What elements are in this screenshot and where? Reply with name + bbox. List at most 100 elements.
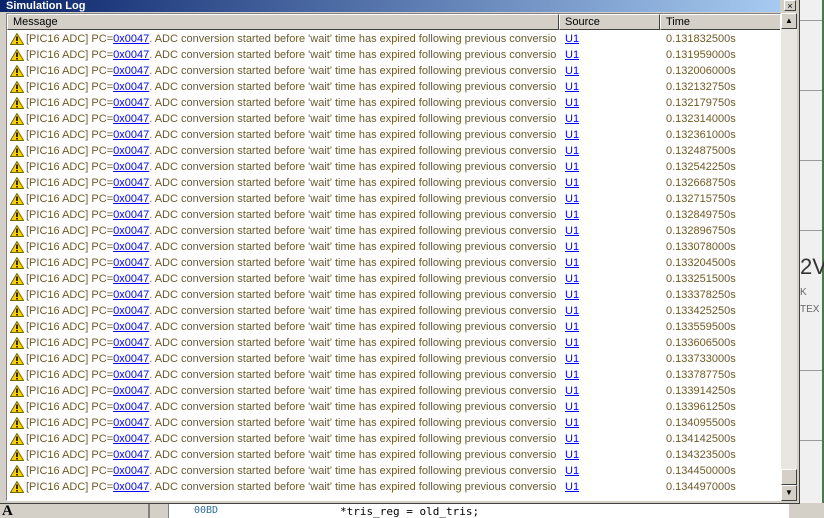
source-link[interactable]: U1: [565, 47, 579, 63]
source-link[interactable]: U1: [565, 399, 579, 415]
log-row[interactable]: [PIC16 ADC] PC=0x0047. ADC conversion st…: [7, 431, 780, 447]
log-row[interactable]: [PIC16 ADC] PC=0x0047. ADC conversion st…: [7, 127, 780, 143]
log-row[interactable]: [PIC16 ADC] PC=0x0047. ADC conversion st…: [7, 159, 780, 175]
source-link[interactable]: U1: [565, 239, 579, 255]
warning-icon: [10, 273, 24, 285]
column-header-time[interactable]: Time: [660, 14, 780, 30]
source-link[interactable]: U1: [565, 223, 579, 239]
message-text: . ADC conversion started before 'wait' t…: [149, 177, 556, 189]
window-title[interactable]: Simulation Log: [0, 0, 780, 12]
log-row[interactable]: [PIC16 ADC] PC=0x0047. ADC conversion st…: [7, 191, 780, 207]
source-link[interactable]: U1: [565, 287, 579, 303]
pc-link[interactable]: 0x0047: [113, 321, 149, 333]
pc-link[interactable]: 0x0047: [113, 305, 149, 317]
pc-link[interactable]: 0x0047: [113, 161, 149, 173]
source-link[interactable]: U1: [565, 319, 579, 335]
source-link[interactable]: U1: [565, 335, 579, 351]
close-button[interactable]: ×: [784, 0, 796, 11]
log-row[interactable]: [PIC16 ADC] PC=0x0047. ADC conversion st…: [7, 79, 780, 95]
source-link[interactable]: U1: [565, 175, 579, 191]
pc-link[interactable]: 0x0047: [113, 209, 149, 221]
log-row[interactable]: [PIC16 ADC] PC=0x0047. ADC conversion st…: [7, 399, 780, 415]
pc-link[interactable]: 0x0047: [113, 337, 149, 349]
pc-link[interactable]: 0x0047: [113, 49, 149, 61]
pc-link[interactable]: 0x0047: [113, 433, 149, 445]
log-row[interactable]: [PIC16 ADC] PC=0x0047. ADC conversion st…: [7, 223, 780, 239]
log-list[interactable]: Message Source Time [PIC16 ADC] PC=0x004…: [6, 13, 781, 501]
vertical-scrollbar[interactable]: ▲ ▼: [781, 13, 797, 501]
pc-link[interactable]: 0x0047: [113, 33, 149, 45]
source-link[interactable]: U1: [565, 351, 579, 367]
pc-link[interactable]: 0x0047: [113, 385, 149, 397]
source-link[interactable]: U1: [565, 271, 579, 287]
pc-link[interactable]: 0x0047: [113, 369, 149, 381]
log-row[interactable]: [PIC16 ADC] PC=0x0047. ADC conversion st…: [7, 383, 780, 399]
source-link[interactable]: U1: [565, 207, 579, 223]
source-link[interactable]: U1: [565, 63, 579, 79]
pc-link[interactable]: 0x0047: [113, 193, 149, 205]
source-link[interactable]: U1: [565, 463, 579, 479]
scroll-up-button[interactable]: ▲: [781, 13, 797, 29]
log-row[interactable]: [PIC16 ADC] PC=0x0047. ADC conversion st…: [7, 463, 780, 479]
log-row[interactable]: [PIC16 ADC] PC=0x0047. ADC conversion st…: [7, 287, 780, 303]
log-row[interactable]: [PIC16 ADC] PC=0x0047. ADC conversion st…: [7, 47, 780, 63]
log-row[interactable]: [PIC16 ADC] PC=0x0047. ADC conversion st…: [7, 271, 780, 287]
source-link[interactable]: U1: [565, 31, 579, 47]
source-link[interactable]: U1: [565, 367, 579, 383]
log-row[interactable]: [PIC16 ADC] PC=0x0047. ADC conversion st…: [7, 239, 780, 255]
log-row[interactable]: [PIC16 ADC] PC=0x0047. ADC conversion st…: [7, 63, 780, 79]
pc-link[interactable]: 0x0047: [113, 113, 149, 125]
pc-link[interactable]: 0x0047: [113, 129, 149, 141]
pc-link[interactable]: 0x0047: [113, 97, 149, 109]
source-link[interactable]: U1: [565, 447, 579, 463]
pc-link[interactable]: 0x0047: [113, 241, 149, 253]
pc-link[interactable]: 0x0047: [113, 289, 149, 301]
warning-icon: [10, 417, 24, 429]
source-link[interactable]: U1: [565, 159, 579, 175]
log-row[interactable]: [PIC16 ADC] PC=0x0047. ADC conversion st…: [7, 207, 780, 223]
source-link[interactable]: U1: [565, 191, 579, 207]
log-row[interactable]: [PIC16 ADC] PC=0x0047. ADC conversion st…: [7, 175, 780, 191]
source-link[interactable]: U1: [565, 111, 579, 127]
log-row[interactable]: [PIC16 ADC] PC=0x0047. ADC conversion st…: [7, 367, 780, 383]
log-row[interactable]: [PIC16 ADC] PC=0x0047. ADC conversion st…: [7, 111, 780, 127]
pc-link[interactable]: 0x0047: [113, 81, 149, 93]
log-row[interactable]: [PIC16 ADC] PC=0x0047. ADC conversion st…: [7, 479, 780, 495]
log-row[interactable]: [PIC16 ADC] PC=0x0047. ADC conversion st…: [7, 255, 780, 271]
log-row[interactable]: [PIC16 ADC] PC=0x0047. ADC conversion st…: [7, 447, 780, 463]
pc-link[interactable]: 0x0047: [113, 177, 149, 189]
pc-link[interactable]: 0x0047: [113, 417, 149, 429]
source-link[interactable]: U1: [565, 127, 579, 143]
log-row[interactable]: [PIC16 ADC] PC=0x0047. ADC conversion st…: [7, 31, 780, 47]
pc-link[interactable]: 0x0047: [113, 257, 149, 269]
log-row[interactable]: [PIC16 ADC] PC=0x0047. ADC conversion st…: [7, 335, 780, 351]
source-link[interactable]: U1: [565, 255, 579, 271]
source-link[interactable]: U1: [565, 431, 579, 447]
pc-link[interactable]: 0x0047: [113, 273, 149, 285]
log-row[interactable]: [PIC16 ADC] PC=0x0047. ADC conversion st…: [7, 95, 780, 111]
pc-link[interactable]: 0x0047: [113, 449, 149, 461]
source-link[interactable]: U1: [565, 79, 579, 95]
log-row[interactable]: [PIC16 ADC] PC=0x0047. ADC conversion st…: [7, 303, 780, 319]
log-row[interactable]: [PIC16 ADC] PC=0x0047. ADC conversion st…: [7, 319, 780, 335]
log-row[interactable]: [PIC16 ADC] PC=0x0047. ADC conversion st…: [7, 351, 780, 367]
log-row[interactable]: [PIC16 ADC] PC=0x0047. ADC conversion st…: [7, 415, 780, 431]
scroll-thumb[interactable]: [781, 469, 797, 485]
source-link[interactable]: U1: [565, 479, 579, 495]
source-link[interactable]: U1: [565, 303, 579, 319]
pc-link[interactable]: 0x0047: [113, 481, 149, 493]
column-header-message[interactable]: Message: [7, 14, 559, 30]
pc-link[interactable]: 0x0047: [113, 401, 149, 413]
column-header-source[interactable]: Source: [559, 14, 660, 30]
pc-link[interactable]: 0x0047: [113, 353, 149, 365]
pc-link[interactable]: 0x0047: [113, 225, 149, 237]
scroll-down-button[interactable]: ▼: [781, 485, 797, 501]
source-link[interactable]: U1: [565, 383, 579, 399]
source-link[interactable]: U1: [565, 415, 579, 431]
pc-link[interactable]: 0x0047: [113, 145, 149, 157]
pc-link[interactable]: 0x0047: [113, 465, 149, 477]
log-row[interactable]: [PIC16 ADC] PC=0x0047. ADC conversion st…: [7, 143, 780, 159]
source-link[interactable]: U1: [565, 95, 579, 111]
pc-link[interactable]: 0x0047: [113, 65, 149, 77]
source-link[interactable]: U1: [565, 143, 579, 159]
